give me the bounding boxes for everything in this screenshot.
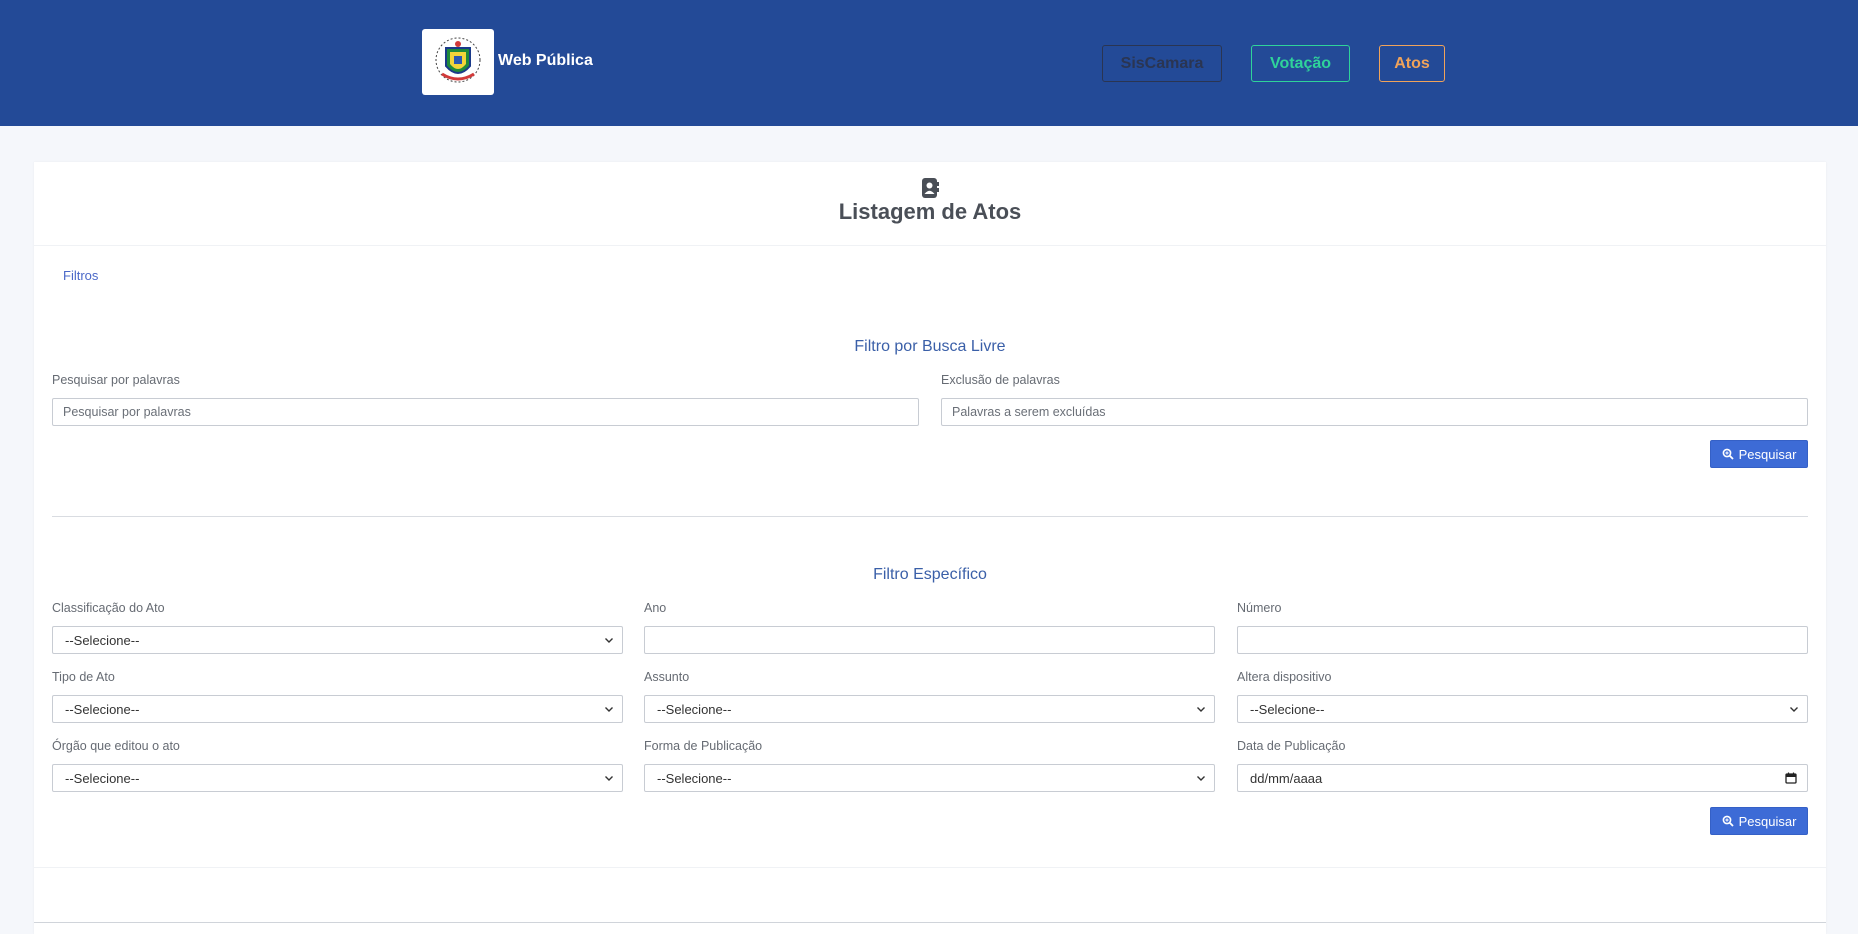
specific-filter-title: Filtro Específico — [873, 566, 987, 583]
data-value: dd/mm/aaaa — [1250, 770, 1323, 786]
brand-name[interactable]: Web Pública — [498, 52, 593, 70]
assunto-select[interactable]: --Selecione-- — [644, 695, 1215, 723]
data-label: Data de Publicação — [1237, 739, 1346, 753]
altera-value: --Selecione-- — [1250, 701, 1325, 717]
classificacao-select[interactable]: --Selecione-- — [52, 626, 623, 654]
free-search-button[interactable]: Pesquisar — [1710, 440, 1808, 468]
specific-search-button-label: Pesquisar — [1738, 813, 1797, 829]
forma-label: Forma de Publicação — [644, 739, 763, 753]
data-publicacao-input[interactable]: dd/mm/aaaa — [1237, 764, 1808, 792]
nav-votacao-button[interactable]: Votação — [1251, 45, 1350, 82]
altera-select[interactable]: --Selecione-- — [1237, 695, 1808, 723]
section-divider — [52, 516, 1808, 517]
classificacao-label: Classificação do Ato — [52, 601, 165, 615]
chevron-down-icon — [1790, 707, 1798, 712]
assunto-label: Assunto — [644, 670, 690, 684]
assunto-value: --Selecione-- — [657, 701, 732, 717]
altera-label: Altera dispositivo — [1237, 670, 1332, 684]
contact-book-icon — [922, 178, 939, 198]
page-title: Listagem de Atos — [838, 199, 1022, 224]
numero-label: Número — [1237, 601, 1282, 615]
orgao-label: Órgão que editou o ato — [52, 739, 180, 753]
card-footer — [34, 867, 1826, 929]
zoom-search-icon — [1722, 815, 1734, 827]
bottom-divider — [34, 922, 1826, 923]
logo[interactable] — [422, 29, 494, 95]
chevron-down-icon — [605, 638, 613, 643]
chevron-down-icon — [1197, 776, 1205, 781]
search-words-input[interactable] — [52, 398, 919, 426]
zoom-search-icon — [1722, 448, 1734, 460]
classificacao-value: --Selecione-- — [65, 632, 140, 648]
forma-select[interactable]: --Selecione-- — [644, 764, 1215, 792]
nav-siscamara-button[interactable]: SisCamara — [1102, 45, 1222, 82]
orgao-select[interactable]: --Selecione-- — [52, 764, 623, 792]
words-label: Pesquisar por palavras — [52, 373, 180, 387]
orgao-value: --Selecione-- — [65, 770, 140, 786]
free-search-button-label: Pesquisar — [1738, 446, 1797, 462]
calendar-icon[interactable] — [1785, 772, 1797, 784]
ano-input[interactable] — [644, 626, 1215, 654]
exclude-words-input[interactable] — [941, 398, 1808, 426]
numero-input[interactable] — [1237, 626, 1808, 654]
exclude-label: Exclusão de palavras — [941, 373, 1060, 387]
card-header: Listagem de Atos — [34, 162, 1826, 246]
ano-label: Ano — [644, 601, 667, 615]
free-search-title: Filtro por Busca Livre — [854, 338, 1006, 355]
atos-card: Listagem de Atos Filtros Filtro por Busc… — [34, 162, 1826, 934]
tab-filtros[interactable]: Filtros — [63, 268, 98, 283]
top-navbar: Web Pública SisCamara Votação Atos — [0, 0, 1858, 126]
nav-atos-button[interactable]: Atos — [1379, 45, 1445, 82]
tipo-select[interactable]: --Selecione-- — [52, 695, 623, 723]
coat-of-arms-icon — [435, 37, 481, 83]
chevron-down-icon — [605, 707, 613, 712]
specific-search-button[interactable]: Pesquisar — [1710, 807, 1808, 835]
forma-value: --Selecione-- — [657, 770, 732, 786]
chevron-down-icon — [1197, 707, 1205, 712]
chevron-down-icon — [605, 776, 613, 781]
tipo-value: --Selecione-- — [65, 701, 140, 717]
tipo-label: Tipo de Ato — [52, 670, 115, 684]
